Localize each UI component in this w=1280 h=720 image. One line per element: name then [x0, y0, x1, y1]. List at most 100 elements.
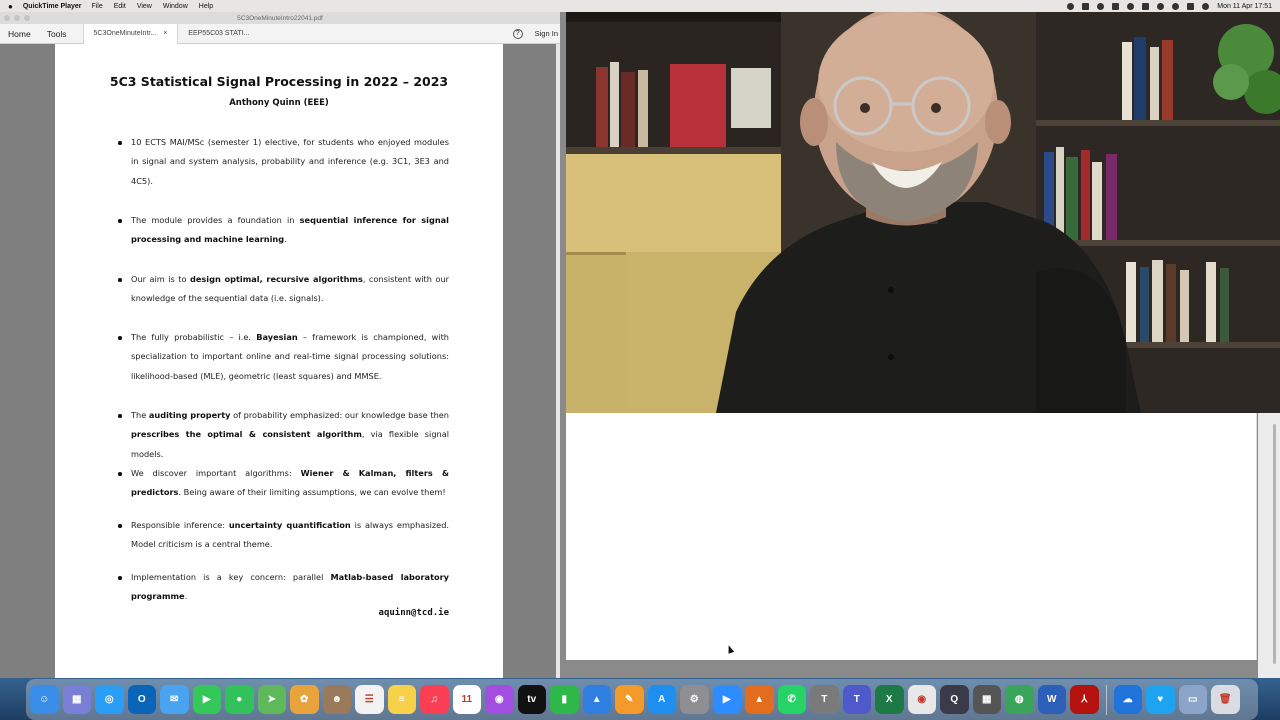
window-title: 5C3OneMinuteIntro22041.pdf — [237, 14, 323, 22]
chrome-icon[interactable]: ◉ — [907, 685, 936, 714]
viewer-scrollbar[interactable] — [556, 44, 560, 678]
app-store-icon[interactable]: A — [647, 685, 676, 714]
keynote-icon[interactable]: ▲ — [582, 685, 611, 714]
calendar-icon[interactable]: 11 — [452, 685, 481, 714]
finder-icon[interactable]: ☺ — [30, 685, 59, 714]
tab-document-1[interactable]: 5C3OneMinuteIntr... × — [82, 23, 179, 44]
network-icon[interactable]: ◍ — [1005, 685, 1034, 714]
home-tab[interactable]: Home — [0, 29, 39, 39]
acrobat-titlebar: 5C3OneMinuteIntro22041.pdf — [0, 12, 560, 24]
teams-icon[interactable]: T — [842, 685, 871, 714]
control-center-icon[interactable] — [1187, 2, 1195, 10]
menu-help[interactable]: Help — [199, 3, 213, 10]
cloud-icon[interactable] — [1112, 2, 1120, 10]
bullet-emphasis: Bayesian — [256, 332, 298, 342]
scrollbar-thumb[interactable] — [1273, 424, 1276, 664]
webcam-image — [566, 12, 1280, 413]
document-viewer: 5C3 Statistical Signal Processing in 202… — [0, 44, 560, 678]
maps-icon[interactable]: ➤ — [257, 685, 286, 714]
bullet-item: Responsible inference: uncertainty quant… — [118, 516, 449, 555]
bullet-text: . — [184, 591, 188, 602]
matlab-icon[interactable]: ▲ — [745, 685, 774, 714]
close-window-button[interactable] — [4, 15, 10, 21]
contact-email: aquinn@tcd.ie — [378, 608, 449, 618]
tabbar-right: ? Sign In — [512, 28, 558, 39]
facetime-icon[interactable]: ▶ — [192, 685, 221, 714]
acrobat-icon[interactable]: ⅄ — [1070, 685, 1099, 714]
outlook-icon[interactable]: O — [127, 685, 156, 714]
safari-icon[interactable]: ◎ — [95, 685, 124, 714]
help-icon[interactable]: ? — [512, 28, 523, 39]
menu-window[interactable]: Window — [163, 3, 188, 10]
zoom-icon[interactable]: ▶ — [712, 685, 741, 714]
word-icon[interactable]: W — [1037, 685, 1066, 714]
bullet-text: . — [284, 234, 287, 245]
tab-label: 5C3OneMinuteIntr... — [93, 30, 157, 37]
podcasts-icon[interactable]: ◉ — [485, 685, 514, 714]
minimize-window-button[interactable] — [14, 15, 20, 21]
onedrive-icon[interactable]: ☁ — [1113, 685, 1142, 714]
bullet-emphasis: prescribes the optimal & consistent algo… — [131, 429, 362, 440]
reminders-icon[interactable]: ☰ — [355, 685, 384, 714]
calculator-icon[interactable]: ▦ — [972, 685, 1001, 714]
pdf-page: 5C3 Statistical Signal Processing in 202… — [55, 44, 503, 678]
apple-menu-icon[interactable]: ● — [8, 2, 13, 11]
bullet-text: The module provides a foundation in — [131, 215, 300, 225]
wifi-icon[interactable] — [1157, 2, 1165, 10]
close-tab-icon[interactable]: × — [163, 30, 167, 37]
acrobat-tabbar: Home Tools 5C3OneMinuteIntr... × EEP55C0… — [0, 23, 560, 44]
bullet-text: Our aim is to — [131, 274, 190, 284]
shield-icon[interactable] — [1097, 2, 1105, 10]
menu-file[interactable]: File — [91, 3, 102, 10]
app-menu[interactable]: QuickTime Player — [23, 3, 82, 10]
messages-icon[interactable]: ● — [225, 685, 254, 714]
bullet-item: Our aim is to design optimal, recursive … — [118, 270, 449, 309]
mail-icon[interactable]: ✉ — [160, 685, 189, 714]
camera-icon[interactable] — [1082, 2, 1090, 10]
launchpad-icon[interactable]: ▦ — [62, 685, 91, 714]
tab-document-2[interactable]: EEP55C03 STATI... — [178, 24, 259, 44]
photos-icon[interactable]: ✿ — [290, 685, 319, 714]
desktop-folder-icon[interactable]: ▭ — [1178, 685, 1207, 714]
sign-in-link[interactable]: Sign In — [535, 29, 558, 38]
bullet-emphasis: uncertainty quantification — [228, 520, 351, 530]
quicktime-window-content — [566, 412, 1257, 660]
bullet-text: of probability emphasized: our knowledge… — [230, 410, 449, 420]
tex-icon[interactable]: T — [810, 685, 839, 714]
music-icon[interactable]: ♫ — [420, 685, 449, 714]
apple-tv-icon[interactable]: tv — [517, 685, 546, 714]
excel-icon[interactable]: X — [875, 685, 904, 714]
trash-icon[interactable]: 🗑 — [1211, 685, 1240, 714]
siri-icon[interactable] — [1202, 2, 1210, 10]
bullet-item: The module provides a foundation in sequ… — [118, 211, 449, 250]
acrobat-window: 5C3OneMinuteIntro22041.pdf Home Tools 5C… — [0, 12, 560, 678]
menu-view[interactable]: View — [137, 3, 152, 10]
menu-edit[interactable]: Edit — [114, 3, 126, 10]
bullet-emphasis: design optimal, recursive algorithms — [189, 274, 363, 284]
menu-bar: ● QuickTime Player File Edit View Window… — [0, 0, 1280, 12]
dock-separator — [1105, 684, 1107, 715]
bullet-text: The fully probabilistic – i.e. — [131, 332, 257, 342]
bullet-item: The auditing property of probability emp… — [118, 406, 449, 464]
record-icon[interactable] — [1067, 2, 1075, 10]
dock: ☺ ▦ ◎ O ✉ ▶ ● ➤ ✿ ☻ ☰ ≡ ♫ 11 ◉ tv ▮ ▲ ✎ A ⚙ ▶ ▲ ✆ T T X ◉ Q ▦ ◍ W ⅄ ☁ ♥ ▭ 🗑 — [0, 678, 1280, 720]
search-icon[interactable] — [1172, 2, 1180, 10]
window-controls — [4, 15, 30, 21]
heart-app-icon[interactable]: ♥ — [1146, 685, 1175, 714]
document-title: 5C3 Statistical Signal Processing in 202… — [109, 74, 449, 89]
quicktime-icon[interactable]: Q — [940, 685, 969, 714]
system-preferences-icon[interactable]: ⚙ — [680, 685, 709, 714]
notes-icon[interactable]: ≡ — [387, 685, 416, 714]
bluetooth-icon[interactable] — [1127, 2, 1135, 10]
contacts-icon[interactable]: ☻ — [322, 685, 351, 714]
tools-tab[interactable]: Tools — [39, 29, 75, 39]
tab-label: EEP55C03 STATI... — [188, 30, 250, 37]
bullet-item: We discover important algorithms: Wiener… — [118, 464, 449, 503]
zoom-window-button[interactable] — [24, 15, 30, 21]
clock[interactable]: Mon 11 Apr 17:51 — [1217, 3, 1272, 10]
bullet-text: Implementation is a key concern: paralle… — [131, 572, 331, 582]
whatsapp-icon[interactable]: ✆ — [777, 685, 806, 714]
battery-icon[interactable] — [1142, 2, 1150, 10]
pages-icon[interactable]: ✎ — [615, 685, 644, 714]
numbers-icon[interactable]: ▮ — [550, 685, 579, 714]
